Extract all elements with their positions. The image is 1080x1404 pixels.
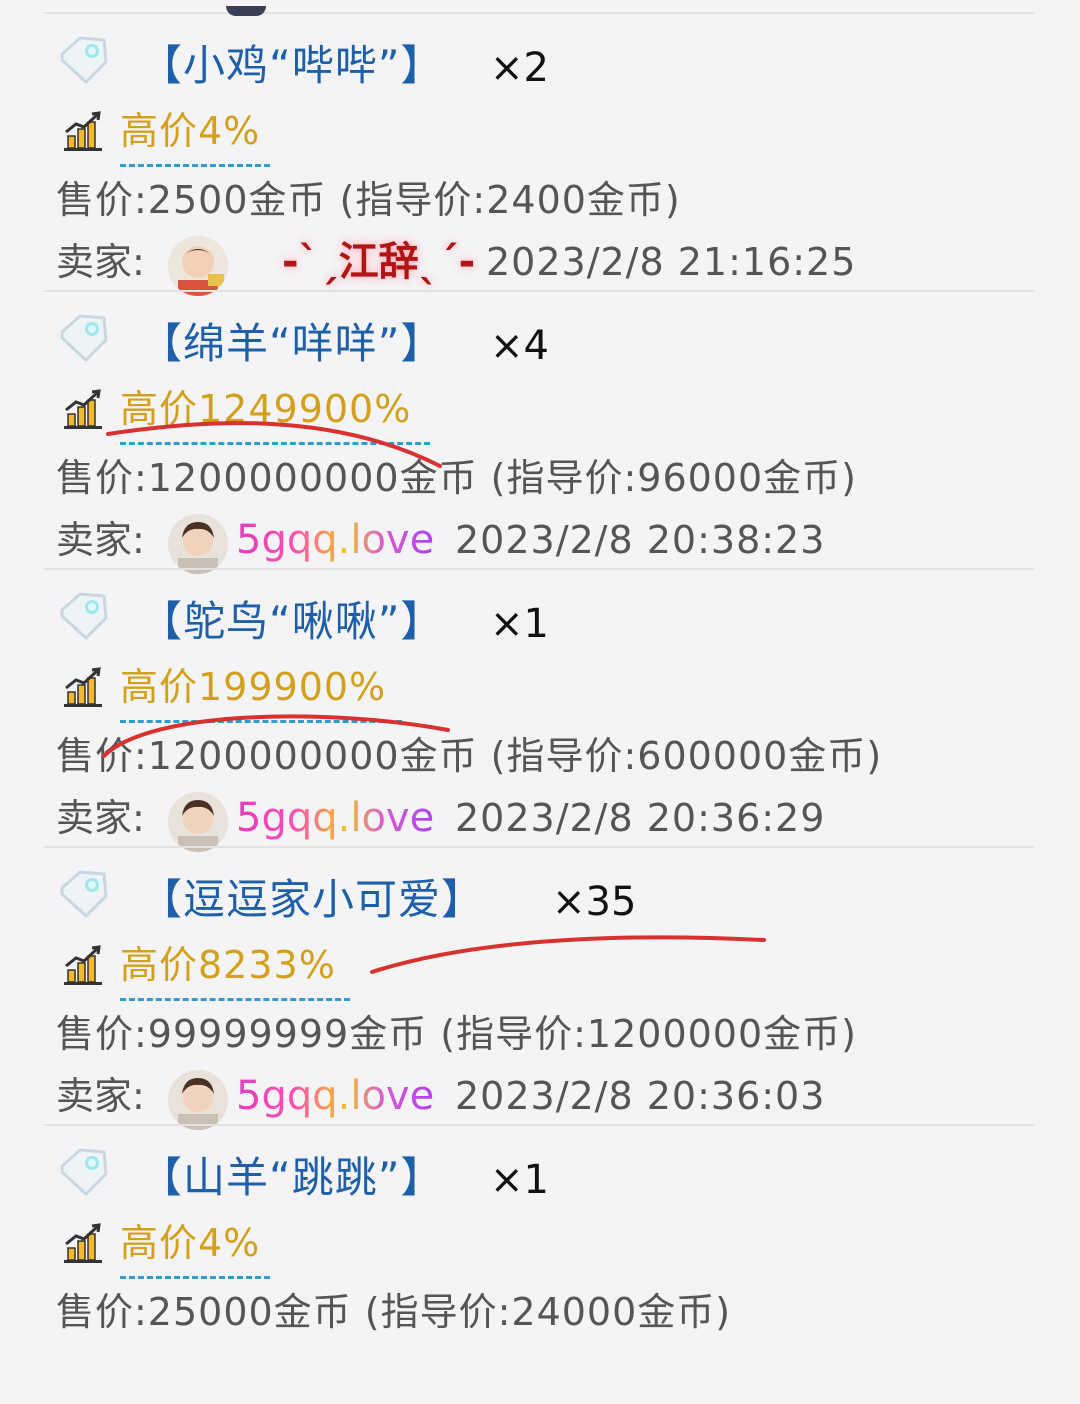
rising-chart-icon xyxy=(64,1223,102,1263)
premium-underline xyxy=(120,998,350,1001)
premium-underline xyxy=(120,1276,270,1279)
premium-percent: 高价4% xyxy=(120,1221,261,1265)
seller-label: 卖家: xyxy=(56,518,145,562)
seller-name[interactable]: 5gqq.love xyxy=(236,512,434,568)
premium-percent: 高价1249900% xyxy=(120,387,412,431)
seller-label: 卖家: xyxy=(56,796,145,840)
item-title[interactable]: 【鸵鸟“啾啾”】 xyxy=(140,596,444,648)
item-quantity: ×4 xyxy=(490,323,549,369)
seller-avatar[interactable] xyxy=(168,792,228,852)
price-line: 售价:99999999金币 (指导价:1200000金币) xyxy=(56,1012,857,1056)
price-tag-icon xyxy=(60,870,108,918)
seller-label: 卖家: xyxy=(56,240,145,284)
price-line: 售价:25000金币 (指导价:24000金币) xyxy=(56,1290,732,1334)
listing-item[interactable]: 【逗逗家小可爱】 ×35 高价8233% 售价:99999999金币 (指导价:… xyxy=(0,848,1080,1130)
price-line: 售价:1200000000金币 (指导价:600000金币) xyxy=(56,734,883,778)
premium-percent: 高价199900% xyxy=(120,665,387,709)
timestamp: 2023/2/8 20:36:03 xyxy=(455,1074,826,1118)
listing-item[interactable]: 【山羊“跳跳”】 ×1 高价4% 售价:25000金币 (指导价:24000金币… xyxy=(0,1126,1080,1404)
item-title[interactable]: 【绵羊“咩咩”】 xyxy=(140,318,444,370)
price-tag-icon xyxy=(60,314,108,362)
premium-underline xyxy=(120,442,430,445)
premium-percent: 高价4% xyxy=(120,109,261,153)
item-quantity: ×2 xyxy=(490,45,549,91)
item-title[interactable]: 【逗逗家小可爱】 xyxy=(140,874,484,926)
price-tag-icon xyxy=(60,1148,108,1196)
timestamp: 2023/2/8 20:38:23 xyxy=(455,518,826,562)
rising-chart-icon xyxy=(64,389,102,429)
item-quantity: ×1 xyxy=(490,1157,549,1203)
timestamp: 2023/2/8 21:16:25 xyxy=(486,240,857,284)
premium-underline xyxy=(120,720,402,723)
price-line: 售价:2500金币 (指导价:2400金币) xyxy=(56,178,681,222)
rising-chart-icon xyxy=(64,111,102,151)
price-tag-icon xyxy=(60,592,108,640)
rising-chart-icon xyxy=(64,945,102,985)
item-title[interactable]: 【山羊“跳跳”】 xyxy=(140,1152,444,1204)
seller-avatar[interactable] xyxy=(168,514,228,574)
seller-avatar[interactable] xyxy=(168,236,228,296)
price-line: 售价:1200000000金币 (指导价:96000金币) xyxy=(56,456,857,500)
rising-chart-icon xyxy=(64,667,102,707)
listing-item[interactable]: 【鸵鸟“啾啾”】 ×1 高价199900% 售价:1200000000金币 (指… xyxy=(0,570,1080,852)
price-tag-icon xyxy=(60,36,108,84)
item-quantity: ×1 xyxy=(490,601,549,647)
item-quantity: ×35 xyxy=(552,879,637,925)
seller-name[interactable]: 5gqq.love xyxy=(236,790,434,846)
seller-name[interactable]: 5gqq.love xyxy=(236,1068,434,1124)
listing-item[interactable]: 【小鸡“哔哔”】 ×2 高价4% 售价:2500金币 (指导价:2400金币) … xyxy=(0,14,1080,296)
seller-avatar[interactable] xyxy=(168,1070,228,1130)
listing-item[interactable]: 【绵羊“咩咩”】 ×4 高价1249900% 售价:1200000000金币 (… xyxy=(0,292,1080,574)
seller-name[interactable]: -ˋˏ江辞ˎˊ- xyxy=(282,234,475,290)
seller-label: 卖家: xyxy=(56,1074,145,1118)
timestamp: 2023/2/8 20:36:29 xyxy=(455,796,826,840)
premium-underline xyxy=(120,164,270,167)
premium-percent: 高价8233% xyxy=(120,943,336,987)
item-title[interactable]: 【小鸡“哔哔”】 xyxy=(140,40,444,92)
